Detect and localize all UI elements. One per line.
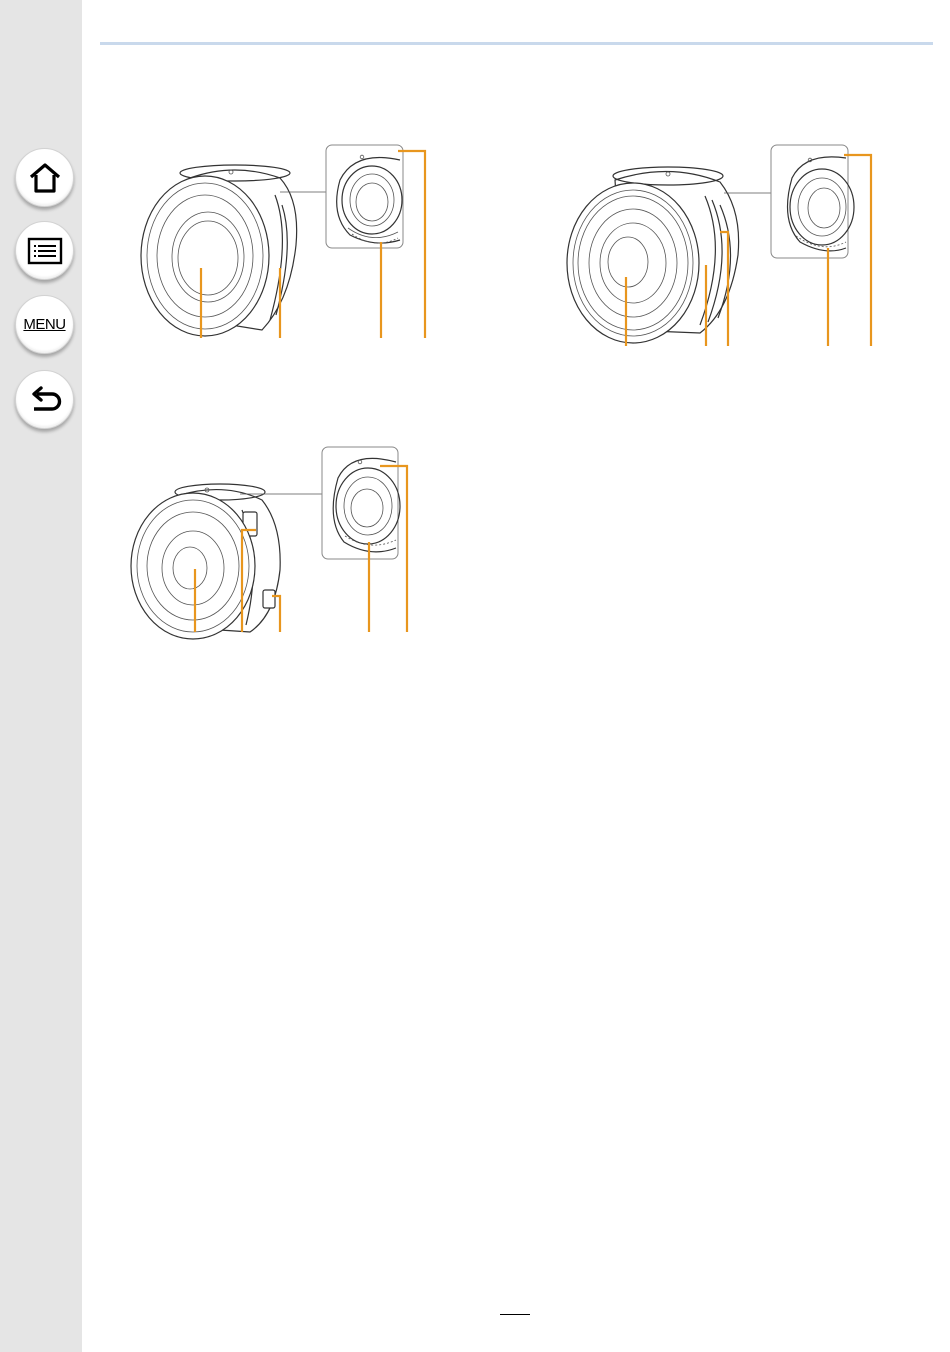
lens-b-front (566, 182, 700, 344)
lens-c-front (130, 492, 256, 640)
lens-b (566, 144, 873, 346)
lens-illustrations: .ln { fill: none; stroke: #333; stroke-w… (130, 144, 873, 640)
lens-a (140, 144, 427, 338)
page-number-rule (500, 1314, 530, 1315)
manual-page: MENU .ln { fill: none; stroke: #333; str… (0, 0, 950, 1352)
lens-c (130, 446, 409, 640)
lens-c-switch-bottom (262, 589, 276, 609)
lens-a-front (140, 175, 270, 337)
